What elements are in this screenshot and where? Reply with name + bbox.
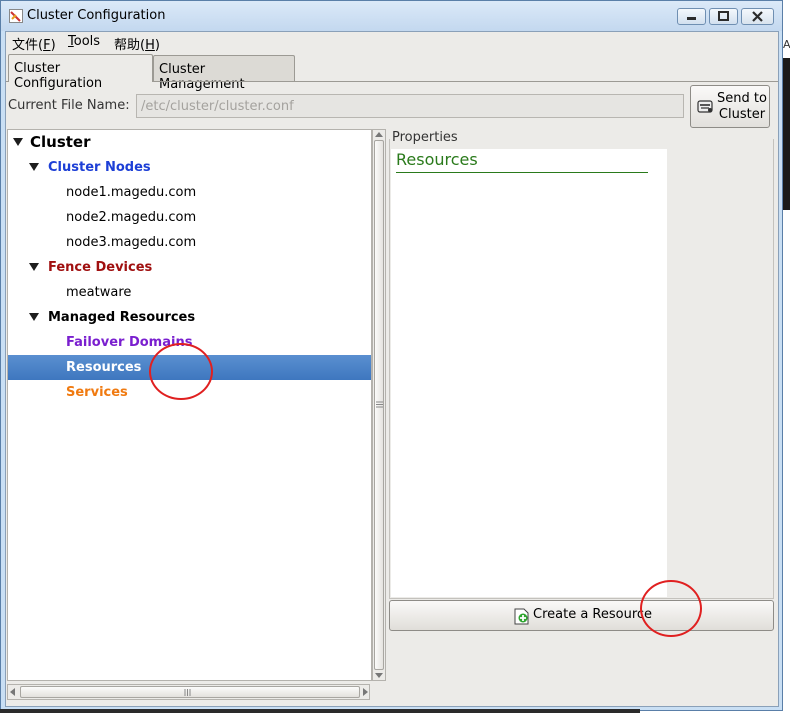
menu-file[interactable]: 文件(F) (12, 34, 56, 53)
tree-horizontal-scrollbar[interactable] (7, 684, 370, 700)
properties-heading: Resources (396, 150, 478, 169)
menu-file-accel: F (43, 38, 51, 53)
tree-item-managed-resources[interactable]: Managed Resources (8, 305, 371, 330)
close-button[interactable] (741, 8, 774, 25)
menu-tools-label: ools (73, 34, 101, 49)
tree-label-node3: node3.magedu.com (66, 235, 197, 250)
tree-label-node1: node1.magedu.com (66, 185, 197, 200)
app-icon (9, 9, 23, 23)
tree-item-fence-devices[interactable]: Fence Devices (8, 255, 371, 280)
properties-panel (391, 149, 667, 597)
minimize-button[interactable] (677, 8, 706, 25)
create-resource-button[interactable]: Create a Resource (389, 600, 774, 631)
minimize-icon (687, 17, 696, 20)
maximize-button[interactable] (709, 8, 738, 25)
send-label-line1: Send to (717, 91, 767, 106)
tree-label-fence-devices: Fence Devices (48, 260, 153, 275)
window-title: Cluster Configuration (27, 8, 166, 23)
scroll-right-arrow-icon[interactable] (361, 688, 369, 696)
menu-help-tail: ) (154, 38, 160, 53)
taskbar-fragment (0, 709, 640, 713)
tree-label-resources: Resources (66, 360, 142, 375)
tree-item-node3[interactable]: node3.magedu.com (8, 230, 371, 255)
pane-splitter[interactable] (372, 129, 386, 681)
send-to-cluster-button[interactable]: Send to Cluster (690, 85, 770, 128)
send-to-cluster-label: Send to Cluster (717, 91, 767, 123)
tree-label-cluster-nodes: Cluster Nodes (48, 160, 151, 175)
menu-bar: 文件(F) Tools 帮助(H) (6, 32, 778, 53)
scroll-thumb[interactable] (20, 686, 360, 698)
tab-cluster-management[interactable]: Cluster Management (153, 55, 295, 92)
current-file-field[interactable] (136, 94, 684, 118)
desktop-text-fragment: A (783, 38, 790, 51)
tree-label-meatware: meatware (66, 285, 132, 300)
menu-help-label: 帮助( (114, 38, 146, 53)
properties-label: Properties (392, 130, 458, 145)
annotation-circle-create (640, 580, 702, 637)
menu-help-accel: H (145, 38, 155, 53)
tree-item-cluster[interactable]: Cluster (8, 130, 371, 155)
background-window-fragment (783, 58, 790, 210)
tree-label-services: Services (66, 385, 128, 400)
tree-item-node1[interactable]: node1.magedu.com (8, 180, 371, 205)
splitter-handle[interactable] (374, 140, 384, 670)
send-to-cluster-icon (697, 100, 713, 113)
add-resource-icon (514, 608, 529, 625)
menu-tools[interactable]: Tools (68, 34, 100, 49)
heading-underline (396, 172, 648, 173)
title-bar[interactable]: Cluster Configuration (1, 1, 782, 31)
collapse-arrow-icon[interactable] (29, 313, 39, 321)
send-label-line2: Cluster (718, 107, 766, 122)
grip-icon (376, 401, 383, 408)
create-resource-label: Create a Resource (533, 607, 653, 622)
tree-item-node2[interactable]: node2.magedu.com (8, 205, 371, 230)
current-file-label: Current File Name: (8, 98, 130, 113)
collapse-arrow-icon[interactable] (13, 138, 23, 146)
cluster-tree: Cluster Cluster Nodes node1.magedu.com n… (7, 129, 372, 681)
menu-file-tail: ) (50, 38, 56, 53)
tree-item-meatware[interactable]: meatware (8, 280, 371, 305)
maximize-icon (718, 11, 729, 21)
tree-label-managed-resources: Managed Resources (48, 310, 196, 325)
collapse-arrow-icon[interactable] (29, 263, 39, 271)
tree-label-node2: node2.magedu.com (66, 210, 197, 225)
grip-icon (184, 689, 191, 696)
collapse-arrow-icon[interactable] (29, 163, 39, 171)
tree-item-cluster-nodes[interactable]: Cluster Nodes (8, 155, 371, 180)
annotation-circle-resources (149, 343, 213, 400)
menu-file-label: 文件( (12, 38, 44, 53)
scroll-left-arrow-icon[interactable] (9, 688, 17, 696)
scroll-up-arrow-icon[interactable] (375, 131, 383, 139)
tree-label-cluster: Cluster (30, 133, 91, 151)
close-icon (752, 11, 763, 22)
tab-cluster-configuration[interactable]: Cluster Configuration (8, 54, 153, 91)
menu-help[interactable]: 帮助(H) (114, 34, 160, 53)
scroll-down-arrow-icon[interactable] (375, 671, 383, 679)
